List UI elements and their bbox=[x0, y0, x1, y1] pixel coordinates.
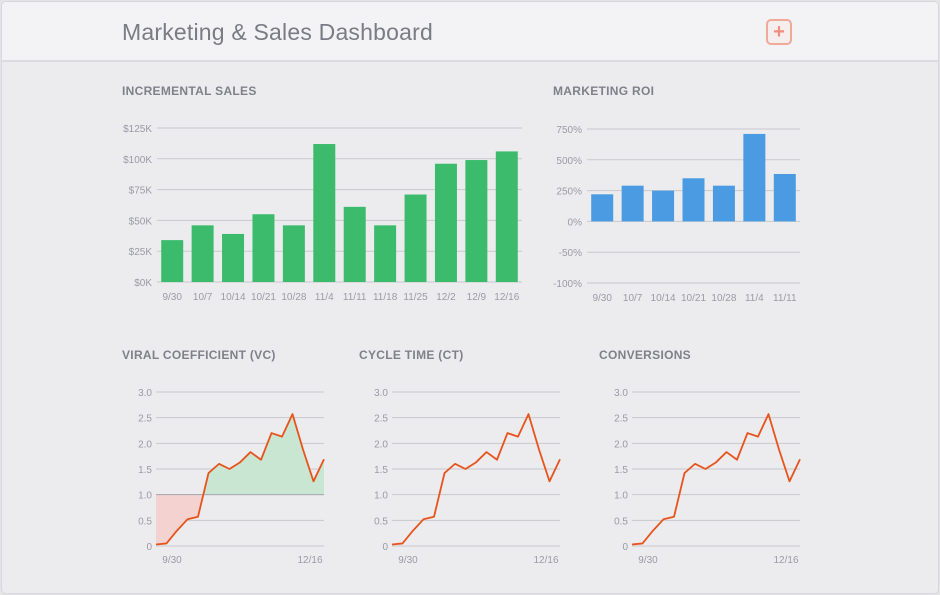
y-tick-label: 2.0 bbox=[374, 439, 388, 450]
x-tick-label: 12/16 bbox=[297, 555, 322, 566]
y-tick-label: -50% bbox=[559, 248, 582, 259]
x-tick-label: 10/21 bbox=[251, 292, 276, 303]
bar bbox=[682, 178, 705, 222]
x-tick-label: 12/2 bbox=[436, 292, 456, 303]
y-tick-label: 1.5 bbox=[138, 465, 152, 476]
y-tick-label: 1.0 bbox=[614, 491, 628, 502]
x-tick-label: 9/30 bbox=[638, 555, 658, 566]
x-tick-label: 11/4 bbox=[745, 293, 764, 304]
bar bbox=[495, 151, 518, 282]
dashboard-window: Marketing & Sales Dashboard + INCREMENTA… bbox=[2, 2, 938, 593]
bar bbox=[591, 194, 614, 222]
y-tick-label: $50K bbox=[129, 216, 153, 227]
x-tick-label: 11/11 bbox=[343, 292, 367, 303]
series-line bbox=[631, 413, 801, 546]
y-tick-label: 1.5 bbox=[374, 465, 388, 476]
y-tick-label: $75K bbox=[129, 186, 153, 197]
x-tick-label: 12/9 bbox=[467, 292, 487, 303]
below-threshold-area bbox=[156, 494, 204, 545]
bar bbox=[161, 240, 184, 282]
y-tick-label: 0% bbox=[568, 217, 583, 228]
y-tick-label: 750% bbox=[556, 125, 582, 136]
y-tick-label: 1.0 bbox=[374, 491, 388, 502]
bar bbox=[712, 185, 735, 222]
y-tick-label: 0 bbox=[622, 542, 628, 553]
x-tick-label: 11/11 bbox=[773, 293, 797, 304]
x-tick-label: 12/16 bbox=[773, 555, 798, 566]
y-tick-label: 2.5 bbox=[614, 414, 628, 425]
y-tick-label: $25K bbox=[129, 247, 153, 258]
series-line bbox=[391, 413, 561, 546]
x-tick-label: 10/7 bbox=[193, 292, 213, 303]
x-tick-label: 9/30 bbox=[162, 555, 182, 566]
x-tick-label: 11/25 bbox=[403, 292, 428, 303]
y-tick-label: 0.5 bbox=[614, 516, 628, 527]
x-tick-label: 10/14 bbox=[651, 293, 676, 304]
x-tick-label: 9/30 bbox=[162, 292, 182, 303]
x-tick-label: 10/14 bbox=[221, 292, 246, 303]
y-tick-label: 3.0 bbox=[138, 388, 152, 399]
x-tick-label: 12/16 bbox=[494, 292, 519, 303]
y-tick-label: 0.5 bbox=[138, 516, 152, 527]
bar bbox=[191, 225, 214, 282]
bar bbox=[434, 163, 457, 282]
bar bbox=[773, 173, 796, 222]
y-tick-label: 3.0 bbox=[374, 388, 388, 399]
y-tick-label: 0.5 bbox=[374, 516, 388, 527]
x-tick-label: 10/28 bbox=[281, 292, 306, 303]
bar bbox=[621, 185, 644, 222]
x-tick-label: 10/7 bbox=[623, 293, 643, 304]
y-tick-label: $0K bbox=[134, 278, 152, 289]
y-tick-label: -100% bbox=[553, 279, 582, 290]
bar bbox=[374, 225, 397, 282]
x-tick-label: 10/28 bbox=[711, 293, 736, 304]
y-tick-label: $100K bbox=[123, 155, 152, 166]
y-tick-label: 0 bbox=[146, 542, 152, 553]
bar bbox=[743, 133, 766, 222]
x-tick-label: 11/4 bbox=[315, 292, 334, 303]
bar bbox=[465, 160, 488, 282]
x-tick-label: 11/18 bbox=[373, 292, 398, 303]
y-tick-label: 500% bbox=[556, 156, 582, 167]
bar bbox=[222, 233, 245, 282]
bar bbox=[313, 144, 336, 282]
y-tick-label: 250% bbox=[556, 187, 582, 198]
y-tick-label: 3.0 bbox=[614, 388, 628, 399]
incremental-sales-chart: $0K $25K $50K $75K $100K $125K 9/30 10/7 10/14 10… bbox=[123, 124, 801, 566]
y-tick-label: 0 bbox=[382, 542, 388, 553]
y-tick-label: 1.5 bbox=[614, 465, 628, 476]
y-tick-label: $125K bbox=[123, 124, 152, 135]
x-tick-label: 9/30 bbox=[398, 555, 418, 566]
bar bbox=[282, 225, 305, 282]
y-tick-label: 2.0 bbox=[138, 439, 152, 450]
bar bbox=[252, 214, 275, 282]
y-tick-label: 2.5 bbox=[138, 414, 152, 425]
x-tick-label: 10/21 bbox=[681, 293, 706, 304]
y-tick-label: 2.0 bbox=[614, 439, 628, 450]
y-tick-label: 1.0 bbox=[138, 491, 152, 502]
x-tick-label: 12/16 bbox=[533, 555, 558, 566]
x-tick-label: 9/30 bbox=[592, 293, 612, 304]
y-tick-label: 2.5 bbox=[374, 414, 388, 425]
bar bbox=[652, 190, 675, 222]
bar bbox=[404, 194, 427, 282]
bar bbox=[343, 206, 366, 282]
